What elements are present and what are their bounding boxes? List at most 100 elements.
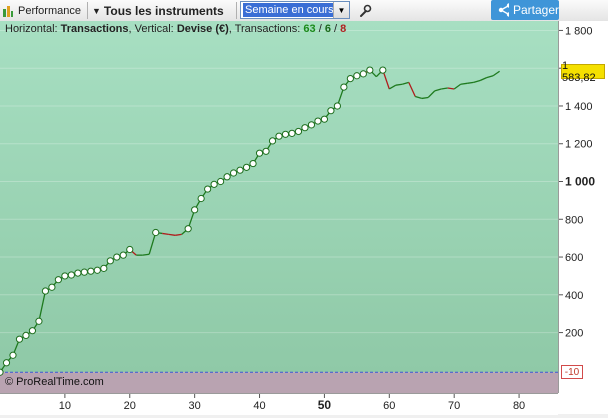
trade-marker bbox=[320, 115, 329, 123]
trade-marker bbox=[35, 317, 43, 325]
trade-marker bbox=[359, 70, 367, 78]
trade-marker bbox=[255, 149, 264, 157]
trade-marker bbox=[80, 268, 88, 276]
x-tick-label: 50 bbox=[318, 398, 332, 412]
trade-marker bbox=[346, 74, 354, 83]
trade-marker bbox=[28, 327, 37, 335]
instruments-label: Tous les instruments bbox=[103, 3, 224, 18]
x-tick-label: 60 bbox=[383, 400, 395, 412]
y-tick-label: 600 bbox=[565, 252, 583, 264]
y-tick-label: 800 bbox=[565, 214, 583, 226]
y-tick-label: 200 bbox=[565, 328, 583, 340]
y-tick-label: 1 800 bbox=[565, 25, 593, 37]
trade-marker bbox=[74, 269, 82, 277]
trade-marker bbox=[113, 253, 121, 261]
trade-marker bbox=[288, 129, 296, 137]
trade-marker bbox=[210, 180, 218, 188]
trade-marker bbox=[54, 276, 62, 284]
trade-marker bbox=[9, 351, 17, 359]
x-tick-label: 10 bbox=[59, 400, 71, 412]
x-tick-label: 40 bbox=[253, 400, 265, 412]
x-axis-labels: 10 20 30 40 50 60 70 80 bbox=[59, 394, 525, 412]
trade-marker bbox=[314, 117, 322, 125]
trade-marker bbox=[126, 245, 134, 254]
trade-marker bbox=[61, 272, 69, 280]
trade-marker bbox=[340, 83, 348, 91]
trade-marker bbox=[327, 107, 335, 115]
trade-marker bbox=[152, 228, 160, 237]
share-button[interactable]: Partager bbox=[491, 0, 559, 20]
chevron-down-icon: ▼ bbox=[92, 5, 101, 16]
trade-marker bbox=[281, 130, 290, 138]
instruments-dropdown[interactable]: ▼ Tous les instruments bbox=[92, 0, 232, 21]
trade-marker bbox=[87, 267, 95, 275]
trade-marker bbox=[379, 66, 387, 74]
x-axis[interactable]: 10 20 30 40 50 60 70 80 bbox=[0, 393, 558, 415]
trade-marker bbox=[197, 194, 205, 203]
x-tick-label: 70 bbox=[448, 400, 460, 412]
trade-marker bbox=[301, 124, 309, 132]
trade-marker bbox=[191, 206, 199, 214]
trade-marker bbox=[48, 283, 56, 291]
performance-button[interactable]: Performance bbox=[2, 0, 85, 21]
info-transactions-prefix: , Transactions: bbox=[228, 23, 301, 35]
trade-marker bbox=[0, 368, 4, 376]
trade-marker bbox=[2, 359, 11, 367]
trade-marker bbox=[294, 127, 303, 136]
trade-marker bbox=[223, 173, 231, 181]
y-tick-label: 1 400 bbox=[565, 101, 593, 113]
toolbar-divider bbox=[87, 2, 88, 19]
trade-marker bbox=[100, 264, 108, 272]
y-tick-label: 1 000 bbox=[565, 175, 595, 189]
bar-chart-icon bbox=[3, 5, 13, 17]
settings-button[interactable] bbox=[355, 0, 375, 21]
trade-marker bbox=[229, 169, 238, 177]
trade-marker bbox=[333, 102, 341, 110]
info-vertical-prefix: , Vertical: bbox=[128, 23, 174, 35]
trade-marker bbox=[236, 166, 244, 174]
trade-marker bbox=[67, 271, 75, 279]
trade-marker bbox=[22, 331, 30, 340]
trade-marker bbox=[119, 251, 127, 259]
slash: / bbox=[315, 23, 325, 35]
info-vertical-value: Devise (€) bbox=[176, 23, 229, 35]
performance-label: Performance bbox=[18, 4, 81, 17]
y-tick-label: 400 bbox=[565, 290, 583, 302]
trade-marker bbox=[262, 147, 270, 155]
toolbar: Performance ▼ Tous les instruments Semai… bbox=[0, 0, 608, 22]
share-label: Partager bbox=[512, 3, 559, 17]
slash: / bbox=[330, 23, 341, 35]
trade-marker bbox=[275, 132, 283, 140]
y-tick-label: 1 200 bbox=[565, 139, 593, 151]
wrench-icon bbox=[360, 4, 372, 17]
credit-text: © ProRealTime.com bbox=[5, 376, 104, 388]
period-value: Semaine en cours bbox=[243, 3, 336, 17]
axis-corner bbox=[558, 393, 608, 414]
transactions-loss: 8 bbox=[340, 23, 347, 35]
trade-marker bbox=[268, 137, 277, 145]
trade-marker bbox=[204, 185, 212, 193]
trade-marker bbox=[106, 257, 114, 265]
trade-marker bbox=[93, 266, 101, 274]
transactions-total: 63 bbox=[303, 23, 316, 35]
trade-marker bbox=[184, 225, 192, 233]
x-tick-label: 30 bbox=[189, 400, 201, 412]
x-tick-label: 20 bbox=[124, 400, 136, 412]
trade-marker bbox=[242, 163, 251, 171]
chevron-down-icon[interactable]: ▼ bbox=[333, 2, 349, 18]
info-horizontal-value: Transactions bbox=[60, 23, 129, 35]
period-select[interactable]: Semaine en cours ▼ bbox=[240, 1, 350, 19]
x-tick-label: 80 bbox=[513, 400, 525, 412]
chart-info-line: Horizontal: Transactions, Vertical: Devi… bbox=[5, 23, 346, 35]
chart-plot-area[interactable] bbox=[0, 21, 558, 393]
trade-marker bbox=[366, 66, 374, 74]
trade-marker bbox=[353, 72, 361, 80]
info-horizontal-prefix: Horizontal: bbox=[5, 23, 58, 35]
trade-marker bbox=[41, 287, 50, 295]
trade-marker bbox=[307, 121, 316, 129]
toolbar-divider bbox=[236, 2, 237, 19]
equity-chart bbox=[0, 21, 558, 393]
baseline-value-badge: -10 bbox=[561, 365, 583, 380]
last-value-badge: 1 583,82 bbox=[561, 60, 605, 84]
trade-marker bbox=[249, 159, 257, 168]
